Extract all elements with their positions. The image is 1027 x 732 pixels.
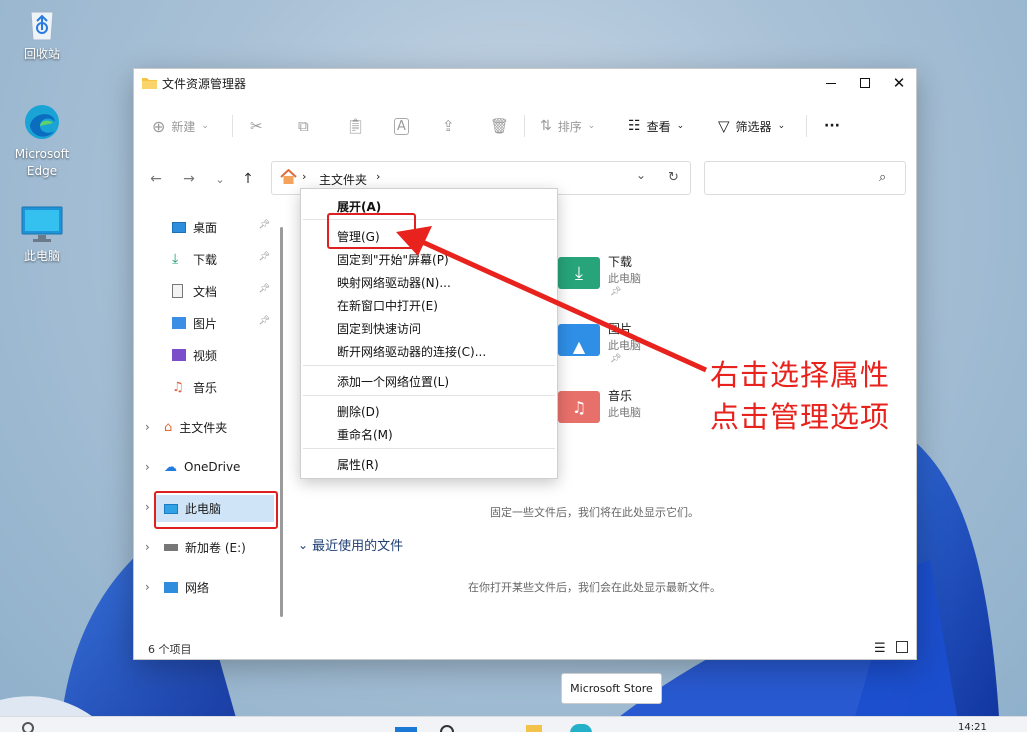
annotation-line-2: 点击管理选项 (710, 400, 891, 434)
clock: 14:21 (958, 722, 987, 732)
store-tooltip: Microsoft Store (561, 673, 662, 704)
annotation-line-1: 右击选择属性 (710, 358, 891, 392)
start-icon[interactable] (395, 727, 417, 732)
taskbar (0, 716, 1027, 732)
search-icon[interactable] (22, 722, 34, 732)
edge-taskbar-icon[interactable] (570, 724, 592, 732)
taskbar-search-icon[interactable] (440, 725, 454, 732)
file-explorer-taskbar-icon[interactable] (526, 725, 542, 732)
